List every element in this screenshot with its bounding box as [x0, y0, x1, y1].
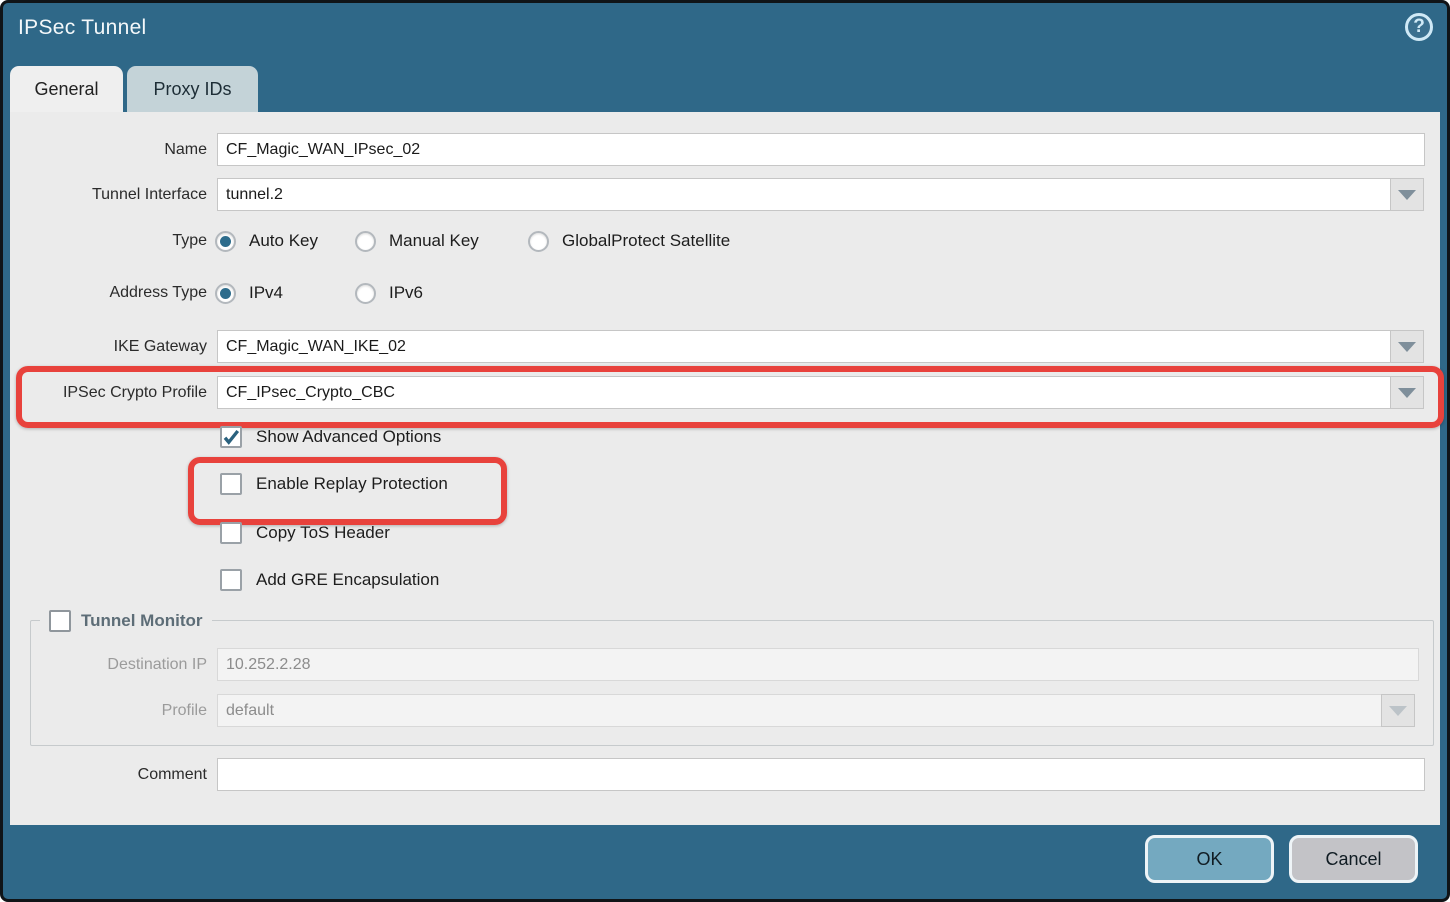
checkbox-icon	[220, 426, 242, 448]
checkbox-add-gre-encapsulation-label: Add GRE Encapsulation	[256, 568, 439, 592]
type-label: Type	[10, 229, 207, 253]
name-row: Name	[10, 133, 1440, 166]
ipsec-crypto-profile-label: IPSec Crypto Profile	[10, 376, 207, 409]
tunnel-interface-dropdown-button[interactable]	[1390, 178, 1424, 211]
ipsec-crypto-profile-input[interactable]	[217, 376, 1391, 409]
radio-manual-key-label: Manual Key	[389, 229, 479, 253]
help-glyph: ?	[1413, 16, 1425, 38]
comment-row: Comment	[10, 758, 1440, 791]
ipsec-crypto-profile-dropdown-button[interactable]	[1390, 376, 1424, 409]
tunnel-interface-label: Tunnel Interface	[10, 178, 207, 211]
tab-general-label: General	[34, 79, 98, 100]
radio-globalprotect-satellite-label: GlobalProtect Satellite	[562, 229, 730, 253]
tab-general[interactable]: General	[10, 66, 123, 112]
radio-auto-key[interactable]: Auto Key	[215, 229, 318, 253]
profile-label: Profile	[10, 694, 207, 727]
cancel-button[interactable]: Cancel	[1289, 835, 1418, 883]
name-input[interactable]	[217, 133, 1425, 166]
type-row: Type Auto Key Manual Key GlobalProtect S…	[10, 229, 1440, 253]
radio-icon	[355, 231, 376, 252]
checkbox-copy-tos-header-label: Copy ToS Header	[256, 521, 390, 545]
help-icon[interactable]: ?	[1405, 13, 1433, 41]
destination-ip-row: Destination IP	[10, 648, 1440, 681]
checkbox-add-gre-encapsulation[interactable]: Add GRE Encapsulation	[220, 568, 439, 592]
chevron-down-icon	[1398, 190, 1416, 200]
ike-gateway-row: IKE Gateway	[10, 330, 1440, 363]
name-label: Name	[10, 133, 207, 166]
address-type-row: Address Type IPv4 IPv6	[10, 281, 1440, 305]
tab-proxy-ids[interactable]: Proxy IDs	[127, 66, 258, 112]
ike-gateway-input[interactable]	[217, 330, 1391, 363]
chevron-down-icon	[1398, 342, 1416, 352]
destination-ip-label: Destination IP	[10, 648, 207, 681]
chevron-down-icon	[1389, 706, 1407, 716]
chevron-down-icon	[1398, 388, 1416, 398]
checkbox-show-advanced-options[interactable]: Show Advanced Options	[220, 425, 441, 449]
radio-ipv4-label: IPv4	[249, 281, 283, 305]
radio-icon	[528, 231, 549, 252]
comment-input[interactable]	[217, 758, 1425, 791]
checkbox-icon	[220, 569, 242, 591]
ok-button[interactable]: OK	[1145, 835, 1274, 883]
radio-ipv6[interactable]: IPv6	[355, 281, 423, 305]
tab-proxy-ids-label: Proxy IDs	[153, 79, 231, 100]
profile-row: Profile	[10, 694, 1440, 727]
checkbox-show-advanced-options-label: Show Advanced Options	[256, 425, 441, 449]
checkbox-tunnel-monitor[interactable]	[49, 610, 71, 632]
tunnel-interface-input[interactable]	[217, 178, 1391, 211]
ike-gateway-dropdown-button[interactable]	[1390, 330, 1424, 363]
checkbox-copy-tos-header[interactable]: Copy ToS Header	[220, 521, 390, 545]
radio-globalprotect-satellite[interactable]: GlobalProtect Satellite	[528, 229, 730, 253]
address-type-label: Address Type	[10, 281, 207, 305]
radio-icon	[215, 283, 236, 304]
radio-icon	[355, 283, 376, 304]
comment-label: Comment	[10, 758, 207, 791]
radio-ipv4[interactable]: IPv4	[215, 281, 283, 305]
tunnel-monitor-legend: Tunnel Monitor	[40, 608, 212, 634]
tunnel-monitor-label: Tunnel Monitor	[81, 611, 203, 631]
radio-manual-key[interactable]: Manual Key	[355, 229, 479, 253]
checkmark-icon	[222, 428, 240, 446]
radio-ipv6-label: IPv6	[389, 281, 423, 305]
checkbox-enable-replay-protection-label: Enable Replay Protection	[256, 472, 448, 496]
general-tab-panel: Name Tunnel Interface Type Auto Key Manu…	[10, 112, 1440, 825]
profile-dropdown-button	[1381, 694, 1415, 727]
checkbox-enable-replay-protection[interactable]: Enable Replay Protection	[220, 472, 448, 496]
checkbox-icon	[220, 473, 242, 495]
ipsec-crypto-profile-row: IPSec Crypto Profile	[10, 376, 1440, 409]
dialog-title: IPSec Tunnel	[18, 16, 147, 40]
tab-bar: General Proxy IDs	[10, 66, 258, 112]
profile-input	[217, 694, 1382, 727]
checkbox-icon	[220, 522, 242, 544]
radio-auto-key-label: Auto Key	[249, 229, 318, 253]
tunnel-monitor-fieldset	[30, 620, 1434, 746]
ike-gateway-label: IKE Gateway	[10, 330, 207, 363]
ipsec-tunnel-dialog: IPSec Tunnel ? General Proxy IDs Name Tu…	[0, 0, 1450, 902]
tunnel-interface-row: Tunnel Interface	[10, 178, 1440, 211]
destination-ip-input	[217, 648, 1419, 681]
radio-icon	[215, 231, 236, 252]
